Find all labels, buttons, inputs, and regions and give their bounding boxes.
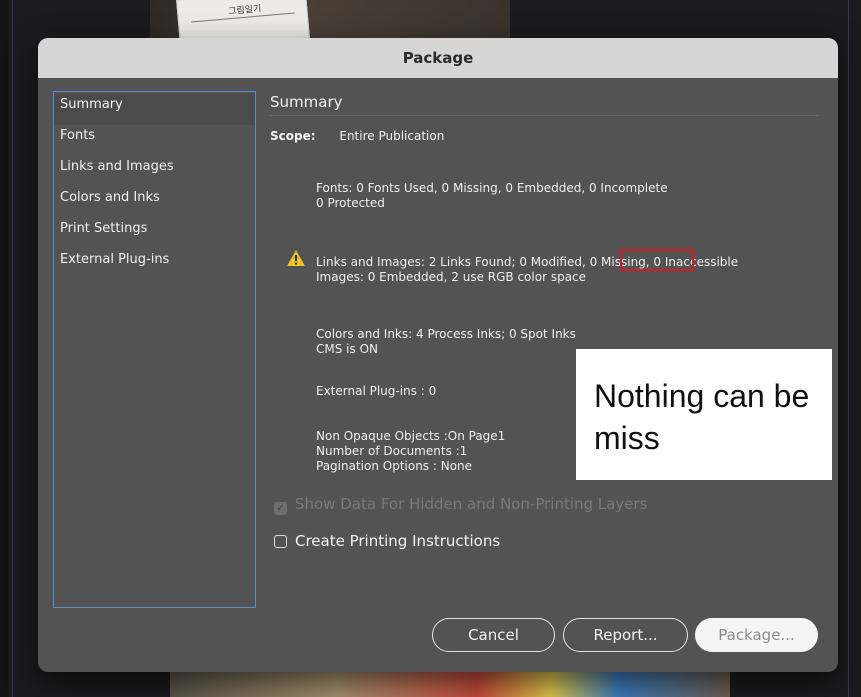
misc-summary-line: Number of Documents :1 bbox=[316, 444, 468, 458]
colors-summary: Colors and Inks: 4 Process Inks; 0 Spot … bbox=[316, 327, 576, 357]
document-edge bbox=[0, 0, 8, 697]
misc-summary-line: Non Opaque Objects :On Page1 bbox=[316, 429, 506, 443]
guide-line bbox=[848, 0, 849, 697]
sidebar-item-links-and-images[interactable]: Links and Images bbox=[54, 156, 255, 187]
create-printing-instructions-checkbox[interactable]: Create Printing Instructions bbox=[274, 532, 500, 550]
sidebar-item-print-settings[interactable]: Print Settings bbox=[54, 218, 255, 249]
checkbox-icon[interactable] bbox=[274, 535, 287, 548]
show-hidden-layers-checkbox: ✓ Show Data For Hidden and Non-Printing L… bbox=[274, 495, 647, 515]
show-hidden-layers-label: Show Data For Hidden and Non-Printing La… bbox=[295, 495, 648, 513]
sidebar-item-colors-and-inks[interactable]: Colors and Inks bbox=[54, 187, 255, 218]
package-button[interactable]: Package... bbox=[695, 618, 818, 652]
sidebar-item-external-plugins[interactable]: External Plug-ins bbox=[54, 249, 255, 280]
missing-highlight-box bbox=[620, 249, 694, 271]
background-photo-bottom bbox=[170, 668, 730, 697]
summary-heading: Summary bbox=[270, 93, 818, 116]
sidebar-item-summary[interactable]: Summary bbox=[54, 94, 255, 125]
colors-summary-line: CMS is ON bbox=[316, 342, 378, 356]
fonts-summary-line: Fonts: 0 Fonts Used, 0 Missing, 0 Embedd… bbox=[316, 181, 668, 195]
misc-summary: Non Opaque Objects :On Page1 Number of D… bbox=[316, 429, 505, 474]
plugins-summary: External Plug-ins : 0 bbox=[316, 384, 437, 398]
summary-panel: Summary Scope: Entire Publication Fonts:… bbox=[270, 93, 820, 473]
fonts-summary: Fonts: 0 Fonts Used, 0 Missing, 0 Embedd… bbox=[316, 181, 668, 211]
fonts-summary-line: 0 Protected bbox=[316, 196, 385, 210]
sidebar: Summary Fonts Links and Images Colors an… bbox=[53, 91, 256, 608]
guide-line bbox=[12, 0, 13, 697]
scope-label: Scope: bbox=[270, 129, 316, 143]
misc-summary-line: Pagination Options : None bbox=[316, 459, 473, 473]
links-summary-line: Images: 0 Embedded, 2 use RGB color spac… bbox=[316, 270, 587, 284]
warning-icon bbox=[287, 250, 305, 266]
dialog-title: Package bbox=[38, 38, 838, 78]
create-printing-instructions-label[interactable]: Create Printing Instructions bbox=[295, 532, 500, 550]
report-button[interactable]: Report... bbox=[563, 618, 688, 652]
colors-summary-line: Colors and Inks: 4 Process Inks; 0 Spot … bbox=[316, 327, 576, 341]
cancel-button[interactable]: Cancel bbox=[432, 618, 555, 652]
checkbox-checked-icon: ✓ bbox=[274, 502, 287, 515]
annotation-callout: Nothing can be miss bbox=[576, 349, 832, 480]
scope-value: Entire Publication bbox=[339, 129, 445, 143]
scope-row: Scope: Entire Publication bbox=[270, 129, 820, 143]
sidebar-item-fonts[interactable]: Fonts bbox=[54, 125, 255, 156]
